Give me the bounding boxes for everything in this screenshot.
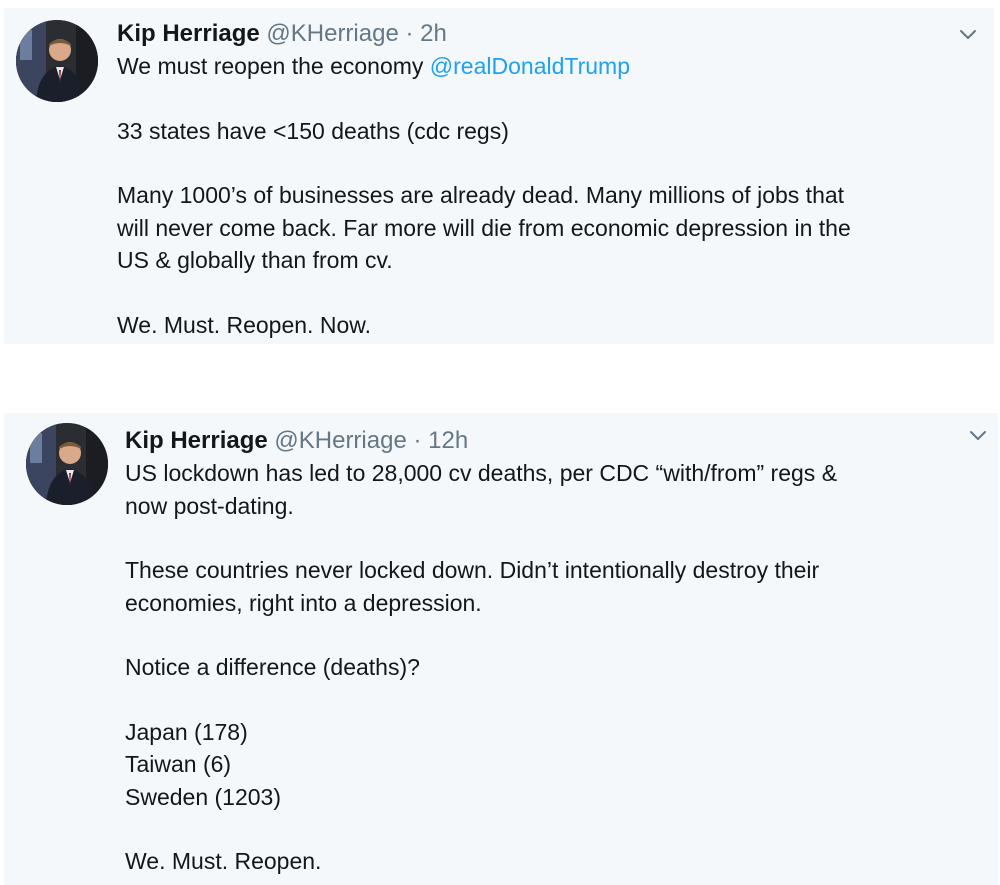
tweet-paragraph: US lockdown has led to 28,000 cv deaths,… [125,457,958,522]
tweet-paragraph: We. Must. Reopen. Now. [117,311,371,338]
header-separator: · [413,427,422,454]
tweet-text-line: These countries never locked down. Didn’… [125,557,820,583]
tweet-text: US lockdown has led to 28,000 cv deaths,… [125,457,958,878]
timestamp[interactable]: 2h [420,20,447,47]
chevron-down-icon[interactable] [966,427,990,443]
tweet-card[interactable]: Kip Herriage @KHerriage · 12h US lockdow… [4,413,998,885]
avatar[interactable] [16,20,98,102]
country-list: Japan (178) Taiwan (6) Sweden (1203) [125,716,958,814]
tweet-text-line: economies, right into a depression. [125,589,482,616]
author-name[interactable]: Kip Herriage [125,427,268,454]
timestamp[interactable]: 12h [428,427,468,454]
tweet-text-line: Many 1000’s of businesses are already de… [117,182,845,208]
tweet-text-line: now post-dating. [125,492,294,519]
tweet-paragraph: Many 1000’s of businesses are already de… [117,179,954,277]
tweet-text-line: US & globally than from cv. [117,247,393,273]
country-japan: Japan (178) [125,718,248,745]
tweet-paragraph: We. Must. Reopen. [125,848,322,874]
profile-photo-icon [26,423,108,505]
avatar[interactable] [26,423,108,505]
tweet-paragraph: These countries never locked down. Didn’… [125,554,958,619]
author-handle[interactable]: @KHerriage [274,427,406,454]
tweet-paragraph: We must reopen the economy @realDonaldTr… [117,50,954,83]
mention-link[interactable]: @realDonaldTrump [430,53,630,79]
tweet-text-line: US lockdown has led to 28,000 cv deaths,… [125,460,838,486]
tweet-paragraph: 33 states have <150 deaths (cdc regs) [117,117,509,144]
tweet-text-line: We must reopen the economy [117,53,430,79]
tweet-text-line: will never come back. Far more will die … [117,214,851,241]
author-name[interactable]: Kip Herriage [117,20,260,47]
profile-photo-icon [16,20,98,102]
author-handle[interactable]: @KHerriage [266,20,398,47]
tweet-text: We must reopen the economy @realDonaldTr… [117,50,954,341]
header-separator: · [405,20,414,47]
tweet-paragraph: Notice a difference (deaths)? [125,654,420,680]
country-taiwan: Taiwan (6) [125,751,232,777]
tweet-header: Kip Herriage @KHerriage · 2h [117,18,954,50]
tweet-header: Kip Herriage @KHerriage · 12h [125,425,958,457]
tweet-card[interactable]: Kip Herriage @KHerriage · 2h We must reo… [4,8,994,344]
chevron-down-icon[interactable] [956,26,980,42]
country-sweden: Sweden (1203) [125,783,281,810]
